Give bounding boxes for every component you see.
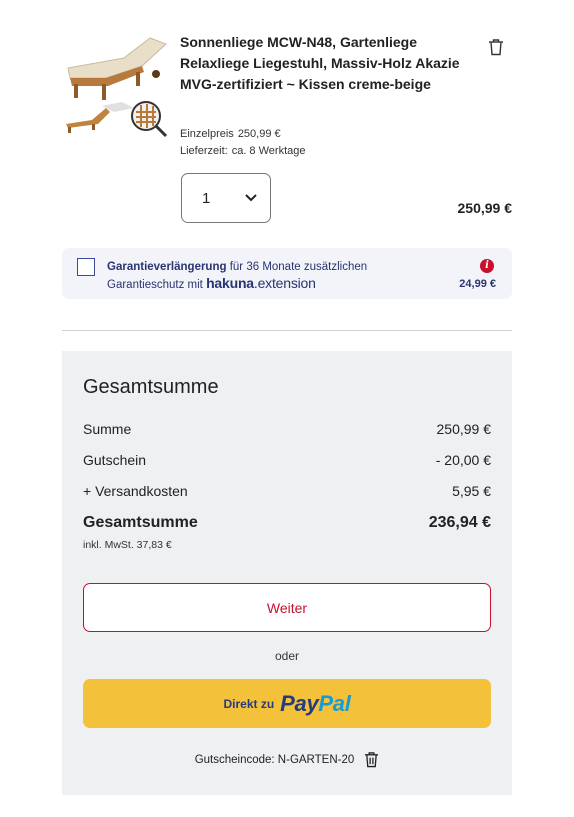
- unit-price-value: 250,99 €: [237, 128, 281, 140]
- coupon-value: - 20,00 €: [435, 452, 491, 468]
- summary-heading: Gesamtsumme: [83, 376, 219, 398]
- continue-button[interactable]: Weiter: [83, 583, 491, 632]
- chevron-down-icon: [245, 194, 257, 202]
- product-image[interactable]: [62, 28, 170, 140]
- delivery-line: Lieferzeit: ca. 8 Werktage: [180, 143, 305, 160]
- warranty-line-2: Garantieschutz mit hakuna.extension: [107, 275, 407, 293]
- line-total: 250,99 €: [457, 200, 513, 216]
- vat-note: inkl. MwSt. 37,83 €: [83, 539, 172, 551]
- paypal-logo-pal: Pal: [318, 690, 351, 716]
- coupon-label: Gutschein: [83, 452, 147, 468]
- quantity-select[interactable]: 1: [181, 173, 271, 223]
- paypal-logo: PayPal: [280, 690, 351, 717]
- shipping-value: 5,95 €: [452, 483, 491, 499]
- subtotal-label: Summe: [83, 421, 132, 437]
- trash-icon[interactable]: [488, 38, 504, 56]
- summary-row-shipping: + Versandkosten 5,95 €: [83, 483, 491, 499]
- coupon-code: Gutscheincode: N-GARTEN-20: [194, 753, 355, 766]
- summary-row-coupon: Gutschein - 20,00 €: [83, 452, 491, 468]
- quantity-value: 1: [202, 189, 211, 207]
- delivery-label: Lieferzeit:: [180, 145, 228, 157]
- delivery-value: ca. 8 Werktage: [231, 145, 306, 157]
- hakuna-brand-ext: .extension: [253, 275, 316, 291]
- warranty-title: Garantieverlängerung: [107, 261, 227, 273]
- cart-item: Sonnenliege MCW-N48, Gartenliege Relaxli…: [62, 28, 512, 228]
- warranty-price: 24,99 €: [459, 278, 496, 290]
- info-icon[interactable]: i: [480, 259, 494, 273]
- paypal-prefix: Direkt zu: [223, 696, 275, 711]
- unit-price-label: Einzelpreis: [180, 128, 234, 140]
- warranty-line-1: Garantieverlängerung für 36 Monate zusät…: [107, 259, 407, 275]
- hakuna-logo: hakuna.extension: [206, 275, 316, 291]
- product-title[interactable]: Sonnenliege MCW-N48, Gartenliege Relaxli…: [180, 32, 470, 95]
- unit-price-line: Einzelpreis 250,99 €: [180, 126, 305, 143]
- warranty-checkbox[interactable]: [77, 258, 95, 276]
- total-label: Gesamtsumme: [83, 514, 198, 531]
- summary-row-subtotal: Summe 250,99 €: [83, 421, 491, 437]
- divider: [62, 330, 512, 331]
- paypal-button[interactable]: Direkt zu PayPal: [83, 679, 491, 728]
- warranty-text: Garantieverlängerung für 36 Monate zusät…: [107, 259, 407, 293]
- warranty-desc: für 36 Monate zusätzlichen: [226, 261, 368, 273]
- hakuna-brand-main: hakuna: [206, 275, 254, 291]
- paypal-logo-pay: Pay: [280, 690, 319, 716]
- warranty-desc-2: Garantieschutz mit: [107, 279, 203, 291]
- summary-row-total: Gesamtsumme 236,94 €: [83, 514, 491, 532]
- order-summary: Gesamtsumme Summe 250,99 € Gutschein - 2…: [62, 351, 512, 795]
- total-value: 236,94 €: [428, 514, 491, 531]
- shipping-label: + Versandkosten: [83, 483, 188, 499]
- subtotal-value: 250,99 €: [436, 421, 492, 437]
- applied-coupon: Gutscheincode: N-GARTEN-20: [62, 751, 512, 768]
- trash-icon[interactable]: [364, 751, 379, 768]
- or-separator: oder: [274, 649, 300, 663]
- warranty-extension: Garantieverlängerung für 36 Monate zusät…: [62, 248, 512, 299]
- product-meta: Einzelpreis 250,99 € Lieferzeit: ca. 8 Wer…: [180, 126, 305, 160]
